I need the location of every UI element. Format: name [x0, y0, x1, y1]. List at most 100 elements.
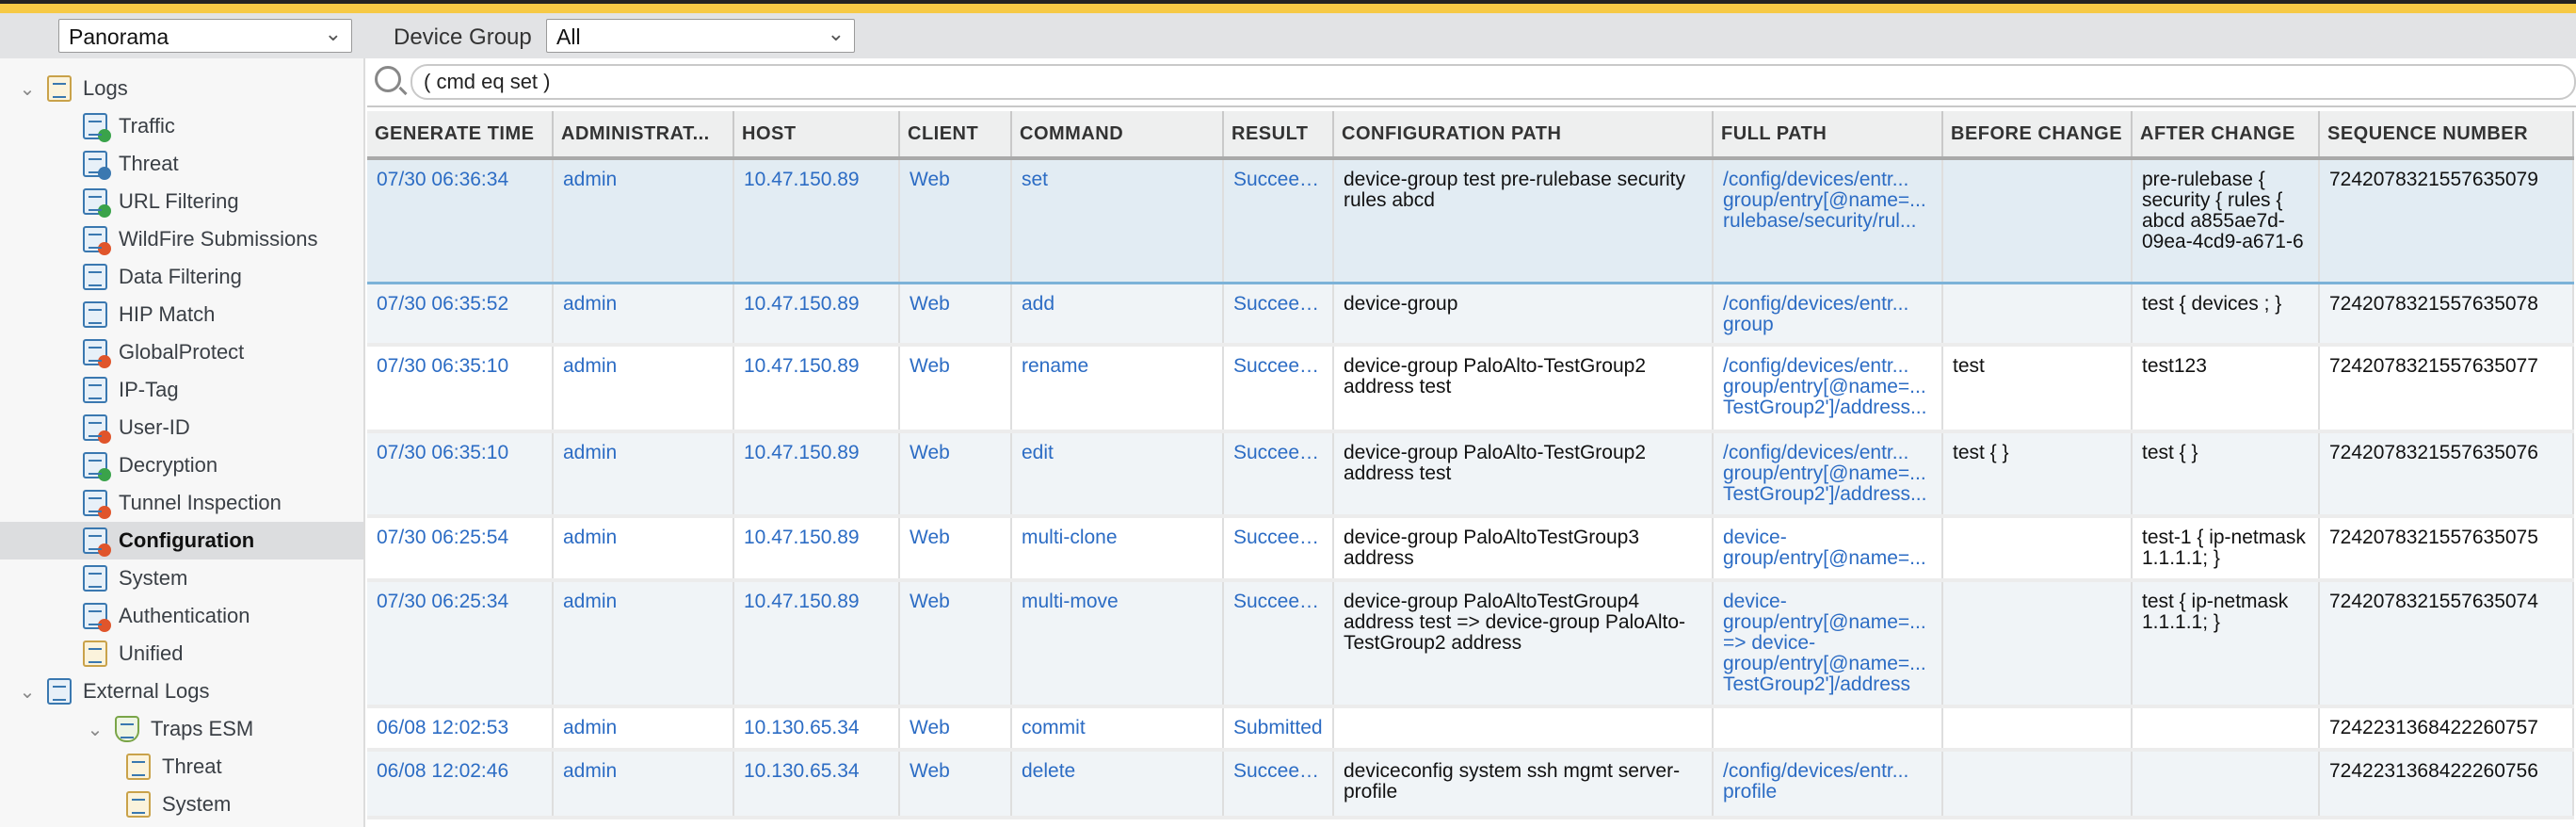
sidebar-item-data-filtering[interactable]: Data Filtering [0, 258, 363, 296]
cell-time[interactable]: 07/30 06:25:34 [367, 580, 554, 708]
table-row[interactable]: 06/08 12:02:53 admin 10.130.65.34 Web commit… [367, 706, 2574, 752]
column-header[interactable]: ADMINISTRAT... [553, 111, 734, 160]
column-header[interactable]: BEFORE CHANGE [1942, 111, 2133, 160]
chevron-down-icon[interactable]: ⌄ [13, 680, 41, 704]
cell-time[interactable]: 06/08 12:02:53 [367, 706, 554, 752]
device-group-select[interactable]: All ⌄ [546, 19, 855, 53]
cell-admin[interactable]: admin [553, 516, 734, 582]
table-row[interactable]: 07/30 06:35:52 admin 10.47.150.89 Web add Suc… [367, 283, 2574, 347]
column-header[interactable]: COMMAND [1011, 111, 1224, 160]
cell-host[interactable]: 10.47.150.89 [733, 345, 900, 433]
column-header[interactable]: HOST [733, 111, 900, 160]
cell-admin[interactable]: admin [553, 706, 734, 752]
cell-admin[interactable]: admin [553, 156, 734, 284]
sidebar-item-threat-esm[interactable]: Threat [0, 748, 363, 786]
cell-result[interactable]: Succeed... [1223, 516, 1334, 582]
sidebar-item-logs[interactable]: ⌄ Logs [0, 70, 363, 107]
sidebar-item-tunnel-inspection[interactable]: Tunnel Inspection [0, 484, 363, 522]
cell-command[interactable]: rename [1011, 345, 1224, 433]
context-select[interactable]: Panorama ⌄ [58, 19, 352, 53]
cell-full-path[interactable]: device-group/entry[@name=... => device-gr… [1713, 580, 1943, 708]
cell-time[interactable]: 07/30 06:35:52 [367, 283, 554, 347]
sidebar-item-ip-tag[interactable]: IP-Tag [0, 371, 363, 409]
cell-full-path[interactable]: device-group/entry[@name=... [1713, 516, 1943, 582]
column-header[interactable]: CONFIGURATION PATH [1333, 111, 1714, 160]
table-row[interactable]: 07/30 06:35:10 admin 10.47.150.89 Web rename… [367, 345, 2574, 433]
cell-command[interactable]: delete [1011, 750, 1224, 819]
chevron-down-icon[interactable]: ⌄ [81, 718, 109, 741]
sidebar-item-wildfire-submissions[interactable]: WildFire Submissions [0, 220, 363, 258]
cell-host[interactable]: 10.130.65.34 [733, 706, 900, 752]
cell-host[interactable]: 10.47.150.89 [733, 156, 900, 284]
cell-result[interactable]: Succeed... [1223, 580, 1334, 708]
cell-result[interactable]: Submitted [1223, 706, 1334, 752]
cell-full-path[interactable]: /config/devices/entr... group/entry[@name… [1713, 345, 1943, 433]
cell-admin[interactable]: admin [553, 750, 734, 819]
sidebar-item-url-filtering[interactable]: URL Filtering [0, 183, 363, 220]
sidebar-item-authentication[interactable]: Authentication [0, 597, 363, 635]
sidebar-item-user-id[interactable]: User-ID [0, 409, 363, 446]
cell-result[interactable]: Succeed... [1223, 156, 1334, 284]
cell-time[interactable]: 07/30 06:35:10 [367, 345, 554, 433]
cell-client[interactable]: Web [899, 750, 1012, 819]
cell-admin[interactable]: admin [553, 580, 734, 708]
cell-result[interactable]: Succeed... [1223, 750, 1334, 819]
cell-host[interactable]: 10.130.65.34 [733, 750, 900, 819]
cell-command[interactable]: multi-move [1011, 580, 1224, 708]
table-row[interactable]: 06/08 12:02:46 admin 10.130.65.34 Web delete… [367, 750, 2574, 819]
sidebar-item-globalprotect[interactable]: GlobalProtect [0, 333, 363, 371]
cell-time[interactable]: 07/30 06:36:34 [367, 156, 554, 284]
cell-host[interactable]: 10.47.150.89 [733, 516, 900, 582]
cell-command[interactable]: multi-clone [1011, 516, 1224, 582]
column-header[interactable]: FULL PATH [1713, 111, 1943, 160]
sidebar-item-unified[interactable]: Unified [0, 635, 363, 673]
cell-full-path[interactable]: /config/devices/entr... group/entry[@name… [1713, 431, 1943, 518]
cell-full-path[interactable]: /config/devices/entr... profile [1713, 750, 1943, 819]
sidebar-item-decryption[interactable]: Decryption [0, 446, 363, 484]
sidebar-item-hip-match[interactable]: HIP Match [0, 296, 363, 333]
sidebar-item-external-logs[interactable]: ⌄ External Logs [0, 673, 363, 710]
cell-client[interactable]: Web [899, 345, 1012, 433]
cell-full-path[interactable] [1713, 706, 1943, 752]
cell-client[interactable]: Web [899, 580, 1012, 708]
column-header[interactable]: CLIENT [899, 111, 1012, 160]
search-icon[interactable] [375, 66, 401, 92]
column-header[interactable]: SEQUENCE NUMBER [2319, 111, 2574, 160]
cell-admin[interactable]: admin [553, 283, 734, 347]
cell-host[interactable]: 10.47.150.89 [733, 283, 900, 347]
cell-result[interactable]: Succeed... [1223, 345, 1334, 433]
cell-host[interactable]: 10.47.150.89 [733, 431, 900, 518]
cell-command[interactable]: edit [1011, 431, 1224, 518]
cell-client[interactable]: Web [899, 516, 1012, 582]
sidebar-item-traffic[interactable]: Traffic [0, 107, 363, 145]
table-row[interactable]: 07/30 06:35:10 admin 10.47.150.89 Web edit Su… [367, 431, 2574, 518]
table-row[interactable]: 07/30 06:25:54 admin 10.47.150.89 Web multi-… [367, 516, 2574, 582]
table-row[interactable]: 07/30 06:25:34 admin 10.47.150.89 Web multi-… [367, 580, 2574, 708]
cell-time[interactable]: 07/30 06:35:10 [367, 431, 554, 518]
column-header[interactable]: GENERATE TIME [367, 111, 554, 160]
cell-command[interactable]: set [1011, 156, 1224, 284]
sidebar-item-system[interactable]: System [0, 559, 363, 597]
column-header[interactable]: RESULT [1223, 111, 1334, 160]
sidebar-item-system-esm[interactable]: System [0, 786, 363, 823]
table-row[interactable]: 07/30 06:36:34 admin 10.47.150.89 Web set Suc… [367, 156, 2574, 284]
cell-command[interactable]: commit [1011, 706, 1224, 752]
cell-client[interactable]: Web [899, 283, 1012, 347]
cell-client[interactable]: Web [899, 706, 1012, 752]
cell-admin[interactable]: admin [553, 345, 734, 433]
sidebar-item-traps-esm[interactable]: ⌄ Traps ESM [0, 710, 363, 748]
sidebar-item-threat[interactable]: Threat [0, 145, 363, 183]
column-header[interactable]: AFTER CHANGE [2132, 111, 2320, 160]
cell-host[interactable]: 10.47.150.89 [733, 580, 900, 708]
sidebar-item-configuration[interactable]: Configuration [0, 522, 363, 559]
cell-full-path[interactable]: /config/devices/entr... group/entry[@name… [1713, 156, 1943, 284]
cell-command[interactable]: add [1011, 283, 1224, 347]
cell-time[interactable]: 06/08 12:02:46 [367, 750, 554, 819]
cell-client[interactable]: Web [899, 156, 1012, 284]
cell-client[interactable]: Web [899, 431, 1012, 518]
cell-full-path[interactable]: /config/devices/entr... group [1713, 283, 1943, 347]
cell-result[interactable]: Succeed... [1223, 283, 1334, 347]
cell-result[interactable]: Succeed... [1223, 431, 1334, 518]
cell-admin[interactable]: admin [553, 431, 734, 518]
chevron-down-icon[interactable]: ⌄ [13, 77, 41, 101]
